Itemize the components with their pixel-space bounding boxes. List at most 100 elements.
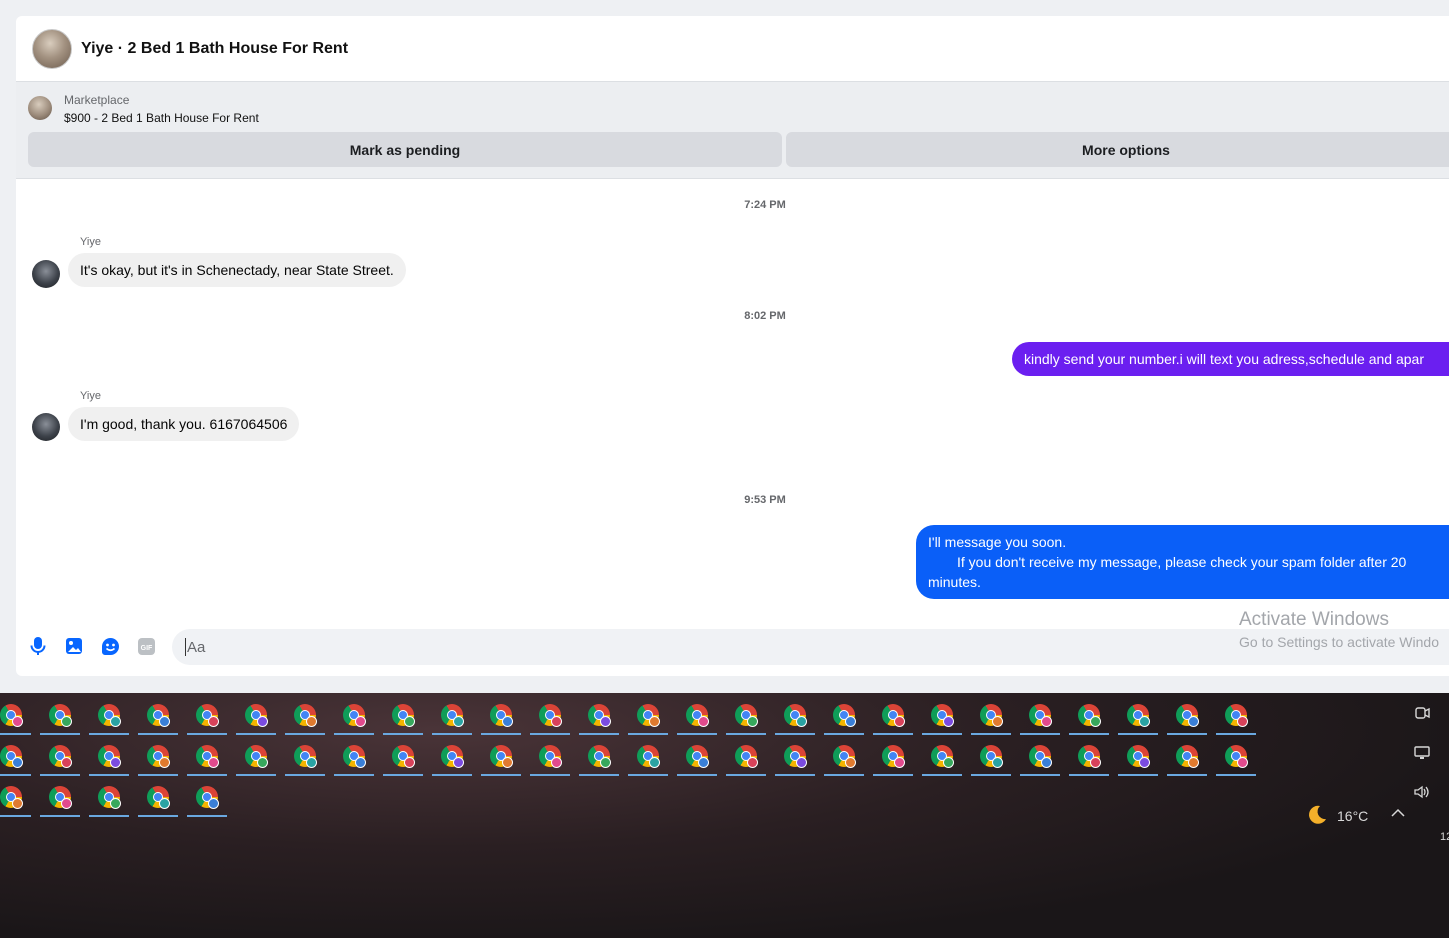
profile-badge-icon (1187, 756, 1199, 768)
chrome-profile-icon[interactable] (0, 697, 31, 735)
chrome-profile-icon[interactable] (481, 738, 521, 776)
contact-avatar[interactable] (32, 28, 72, 69)
chrome-profile-icon[interactable] (1069, 697, 1109, 735)
chrome-profile-icon[interactable] (824, 697, 864, 735)
chrome-profile-icon[interactable] (1167, 738, 1207, 776)
camera-icon[interactable] (1413, 705, 1431, 724)
chrome-profile-icon[interactable] (236, 697, 276, 735)
profile-badge-icon (256, 715, 268, 727)
profile-badge-icon (11, 756, 23, 768)
profile-badge-icon (746, 715, 758, 727)
svg-text:GIF: GIF (140, 645, 152, 652)
chrome-profile-icon[interactable] (726, 738, 766, 776)
gif-icon[interactable]: GIF (136, 636, 156, 656)
chrome-profile-icon[interactable] (922, 697, 962, 735)
listing-title[interactable]: $900 - 2 Bed 1 Bath House For Rent (64, 111, 259, 125)
chrome-profile-icon[interactable] (1216, 697, 1256, 735)
chrome-profile-icon[interactable] (1118, 697, 1158, 735)
chrome-profile-icon[interactable] (383, 697, 423, 735)
chrome-profile-icon[interactable] (677, 697, 717, 735)
chrome-profile-icon[interactable] (677, 738, 717, 776)
chrome-profile-icon[interactable] (775, 738, 815, 776)
chrome-profile-icon[interactable] (628, 697, 668, 735)
weather-temperature[interactable]: 16°C (1337, 808, 1368, 824)
chrome-profile-icon[interactable] (1069, 738, 1109, 776)
message-line: minutes. (928, 574, 981, 590)
chrome-profile-icon[interactable] (824, 738, 864, 776)
chat-title[interactable]: Yiye · 2 Bed 1 Bath House For Rent (81, 40, 348, 58)
volume-icon[interactable] (1413, 784, 1431, 803)
sender-avatar[interactable] (32, 260, 60, 288)
profile-badge-icon (354, 715, 366, 727)
incoming-message[interactable]: It's okay, but it's in Schenectady, near… (68, 253, 406, 287)
network-icon[interactable] (1413, 745, 1431, 764)
sticker-icon[interactable] (100, 636, 120, 656)
profile-badge-icon (109, 756, 121, 768)
clock-fragment[interactable]: 12 (1440, 831, 1449, 843)
chrome-profile-icon[interactable] (971, 697, 1011, 735)
chrome-profile-icon[interactable] (432, 738, 472, 776)
chrome-profile-icon[interactable] (285, 738, 325, 776)
profile-badge-icon (501, 715, 513, 727)
chrome-profile-icon[interactable] (89, 697, 129, 735)
chrome-profile-icon[interactable] (383, 738, 423, 776)
sender-avatar[interactable] (32, 413, 60, 441)
chevron-up-icon[interactable] (1390, 806, 1406, 823)
chrome-profile-icon[interactable] (1020, 697, 1060, 735)
chrome-profile-icon[interactable] (89, 779, 129, 817)
chrome-profile-icon[interactable] (530, 738, 570, 776)
chrome-profile-icon[interactable] (236, 738, 276, 776)
chrome-profile-icon[interactable] (0, 738, 31, 776)
chrome-profile-icon[interactable] (628, 738, 668, 776)
chrome-profile-icon[interactable] (285, 697, 325, 735)
profile-badge-icon (305, 715, 317, 727)
chrome-profile-icon[interactable] (432, 697, 472, 735)
chrome-profile-icon[interactable] (775, 697, 815, 735)
chrome-profile-icon[interactable] (0, 779, 31, 817)
chrome-profile-icon[interactable] (187, 697, 227, 735)
chrome-profile-icon[interactable] (922, 738, 962, 776)
timestamp: 8:02 PM (744, 310, 786, 322)
chrome-profile-icon[interactable] (89, 738, 129, 776)
chrome-profile-icon[interactable] (334, 738, 374, 776)
chrome-profile-icon[interactable] (40, 779, 80, 817)
chrome-profile-icon[interactable] (726, 697, 766, 735)
chrome-profile-icon[interactable] (579, 697, 619, 735)
listing-thumbnail[interactable] (28, 96, 52, 120)
chrome-profile-icon[interactable] (971, 738, 1011, 776)
chrome-profile-icon[interactable] (187, 738, 227, 776)
chrome-profile-icon[interactable] (1216, 738, 1256, 776)
profile-badge-icon (991, 756, 1003, 768)
outgoing-message[interactable]: kindly send your number.i will text you … (1012, 342, 1449, 376)
chrome-profile-icon[interactable] (1167, 697, 1207, 735)
profile-badge-icon (795, 756, 807, 768)
profile-badge-icon (256, 756, 268, 768)
chrome-profile-icon[interactable] (40, 697, 80, 735)
incoming-message[interactable]: I'm good, thank you. 6167064506 (68, 407, 300, 441)
chrome-profile-icon[interactable] (1020, 738, 1060, 776)
more-options-button[interactable]: More options (786, 132, 1449, 167)
chrome-profile-icon[interactable] (138, 779, 178, 817)
outgoing-message[interactable]: I'll message you soon. If you don't rece… (916, 525, 1449, 599)
chrome-profile-icon[interactable] (579, 738, 619, 776)
chrome-profile-icon[interactable] (873, 738, 913, 776)
chrome-profile-icon[interactable] (40, 738, 80, 776)
chrome-profile-icon[interactable] (530, 697, 570, 735)
profile-badge-icon (550, 715, 562, 727)
chrome-profile-icon[interactable] (873, 697, 913, 735)
microphone-icon[interactable] (28, 636, 48, 656)
moon-weather-icon[interactable] (1305, 803, 1329, 830)
profile-badge-icon (452, 756, 464, 768)
chrome-profile-icon[interactable] (334, 697, 374, 735)
profile-badge-icon (158, 715, 170, 727)
profile-badge-icon (697, 756, 709, 768)
photo-icon[interactable] (64, 636, 84, 656)
chrome-profile-icon[interactable] (1118, 738, 1158, 776)
profile-badge-icon (1236, 715, 1248, 727)
chrome-profile-icon[interactable] (187, 779, 227, 817)
chrome-profile-icon[interactable] (481, 697, 521, 735)
chrome-profile-icon[interactable] (138, 697, 178, 735)
mark-as-pending-button[interactable]: Mark as pending (28, 132, 782, 167)
sender-name: Yiye (80, 390, 101, 402)
chrome-profile-icon[interactable] (138, 738, 178, 776)
